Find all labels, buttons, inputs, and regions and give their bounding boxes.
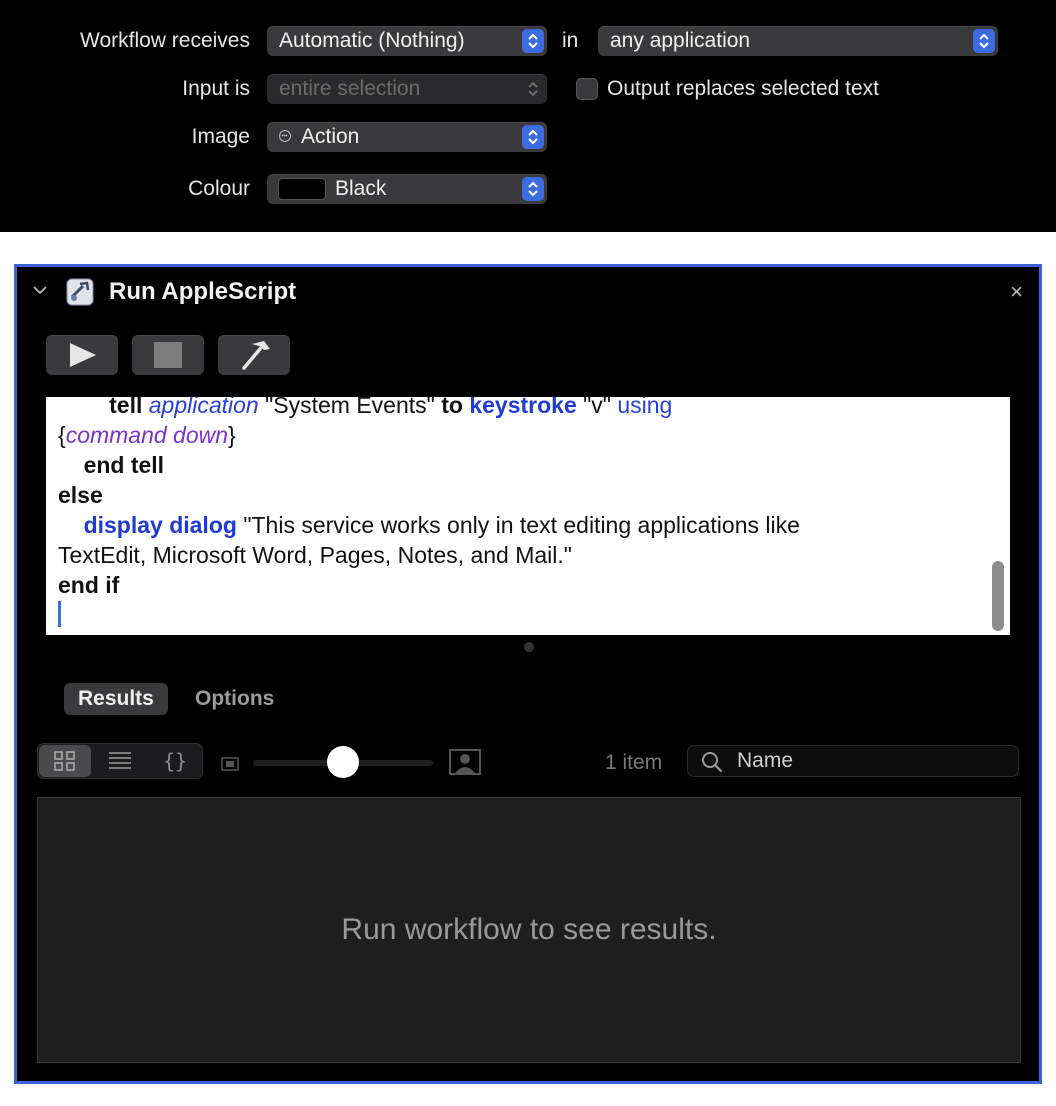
splitter-handle[interactable]	[524, 642, 534, 652]
search-input[interactable]	[737, 745, 1007, 777]
item-count: 1 item	[605, 751, 663, 774]
script-line: display dialog "This service works only …	[83, 512, 800, 538]
braces-icon: {}	[163, 749, 187, 773]
script-editor[interactable]: tell application "System Events" to keys…	[46, 397, 1010, 635]
script-line: tell application "System Events" to keys…	[109, 397, 673, 418]
image-label: Image	[191, 125, 250, 148]
script-line: {command down}	[58, 422, 236, 448]
popup-arrows-icon	[522, 177, 544, 201]
popup-arrows-icon	[973, 29, 995, 53]
compile-button[interactable]	[218, 335, 290, 375]
stop-icon	[154, 342, 182, 368]
chevron-down-icon[interactable]	[31, 283, 49, 301]
colour-swatch	[279, 179, 325, 199]
applescript-icon	[65, 277, 95, 307]
stop-button[interactable]	[132, 335, 204, 375]
image-value: Action	[301, 125, 360, 148]
results-area: Run workflow to see results.	[37, 797, 1021, 1063]
image-popup[interactable]: Action	[267, 122, 547, 152]
results-empty-message: Run workflow to see results.	[341, 913, 717, 946]
play-icon	[70, 343, 96, 367]
output-replaces-label: Output replaces selected text	[607, 77, 879, 100]
tab-options[interactable]: Options	[181, 683, 288, 715]
ellipsis-circle-icon	[279, 130, 291, 142]
small-image-icon	[221, 757, 239, 776]
output-replaces-checkbox[interactable]	[576, 78, 598, 100]
text-caret	[58, 601, 61, 627]
colour-value: Black	[335, 177, 387, 200]
script-line: TextEdit, Microsoft Word, Pages, Notes, …	[58, 542, 572, 568]
script-line: end if	[58, 572, 120, 598]
grid-icon	[54, 751, 75, 771]
list-view-button[interactable]	[94, 745, 146, 777]
popup-arrows-icon	[522, 77, 544, 101]
input-is-popup[interactable]: entire selection	[267, 74, 547, 104]
hammer-icon	[242, 341, 270, 370]
input-is-value: entire selection	[279, 77, 421, 100]
editor-scrollbar[interactable]	[992, 561, 1004, 631]
icon-view-button[interactable]	[39, 745, 91, 777]
popup-arrows-icon	[522, 125, 544, 149]
popup-arrows-icon	[522, 29, 544, 53]
search-field[interactable]	[687, 745, 1019, 777]
action-title: Run AppleScript	[109, 278, 297, 305]
list-icon	[109, 752, 131, 769]
workflow-receives-value: Automatic (Nothing)	[279, 29, 465, 52]
workflow-receives-label: Workflow receives	[80, 29, 250, 52]
script-line: end tell	[83, 452, 165, 478]
colour-label: Colour	[188, 177, 250, 200]
close-icon[interactable]: ×	[1010, 281, 1023, 303]
large-image-icon	[449, 749, 481, 780]
run-applescript-action: Run AppleScript × tell application "Syst…	[14, 264, 1042, 1084]
view-mode-control: {}	[37, 743, 203, 779]
input-is-label: Input is	[182, 77, 250, 100]
in-label: in	[562, 29, 579, 52]
tab-results[interactable]: Results	[64, 683, 168, 715]
script-line: else	[58, 482, 103, 508]
colour-popup[interactable]: Black	[267, 174, 547, 204]
svg-text:{}: {}	[163, 749, 187, 773]
application-popup[interactable]: any application	[598, 26, 998, 56]
code-view-button[interactable]: {}	[149, 745, 201, 777]
run-button[interactable]	[46, 335, 118, 375]
search-icon	[701, 751, 723, 778]
workflow-receives-popup[interactable]: Automatic (Nothing)	[267, 26, 547, 56]
workflow-settings-panel: Workflow receives Automatic (Nothing) in…	[0, 0, 1056, 232]
application-value: any application	[610, 29, 751, 52]
slider-knob[interactable]	[327, 746, 359, 778]
